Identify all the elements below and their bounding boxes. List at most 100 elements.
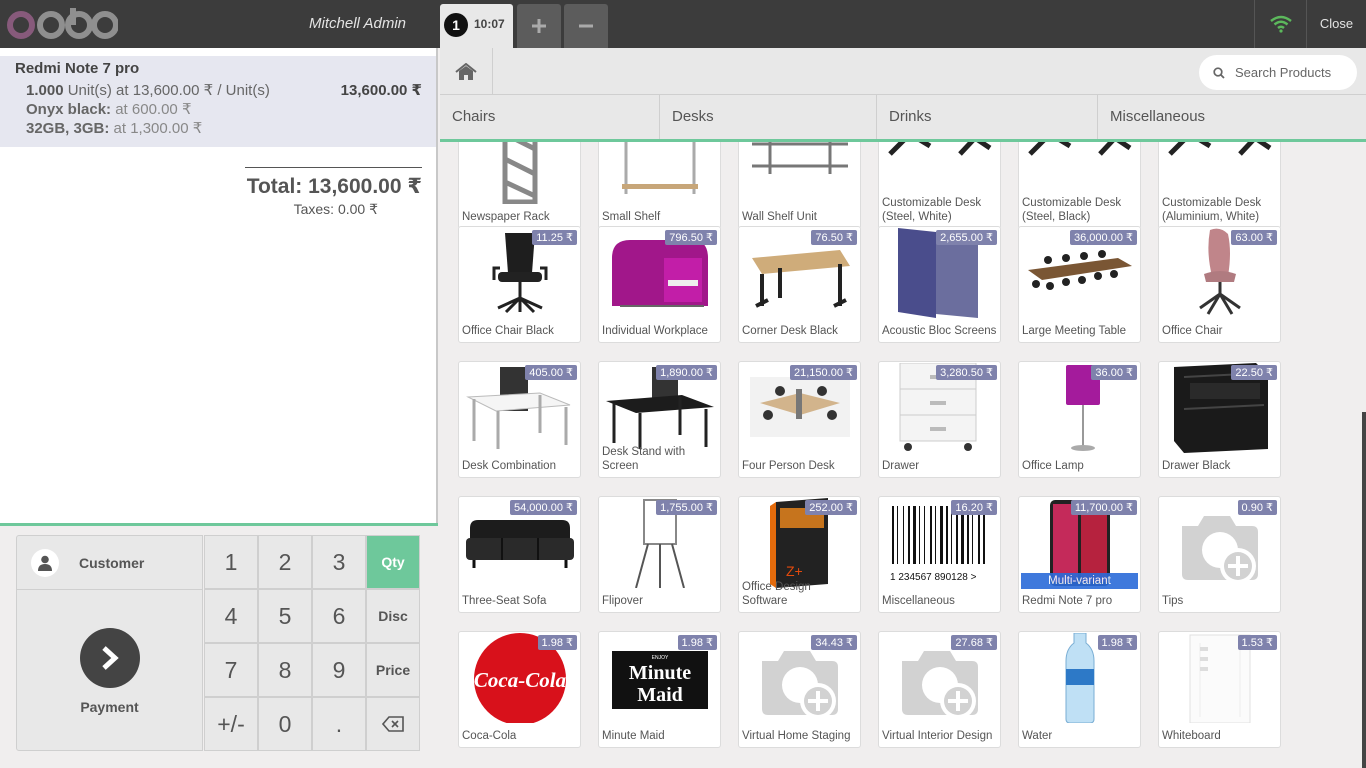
product-card[interactable]: 3,280.50 ₹ Drawer — [878, 361, 1001, 478]
products-panel: Chairs Desks Drinks Miscellaneous Newspa… — [440, 48, 1366, 768]
payment-button[interactable]: Payment — [16, 589, 203, 751]
cashier-name[interactable]: Mitchell Admin — [240, 0, 436, 48]
product-card[interactable]: 27.68 ₹ Virtual Interior Design — [878, 631, 1001, 748]
product-card[interactable]: 1,755.00 ₹ Flipover — [598, 496, 721, 613]
product-image — [459, 142, 580, 205]
product-card[interactable]: 36,000.00 ₹ Large Meeting Table — [1018, 226, 1141, 343]
product-card[interactable]: 1,890.00 ₹ Desk Stand with Screen — [598, 361, 721, 478]
attribute-name: 32GB, 3GB: — [26, 120, 110, 137]
order-tab[interactable]: 1 10:07 — [440, 4, 513, 48]
numpad-key-dot[interactable]: . — [312, 697, 366, 751]
product-card[interactable]: 796.50 ₹ Individual Workplace — [598, 226, 721, 343]
numpad-key-4[interactable]: 4 — [204, 589, 258, 643]
mode-disc-button[interactable]: Disc — [366, 589, 420, 643]
chevron-right-icon — [102, 646, 119, 670]
product-price-tag: 405.00 ₹ — [525, 365, 577, 380]
product-price-tag: 36,000.00 ₹ — [1070, 230, 1137, 245]
product-card[interactable]: 36.00 ₹ Office Lamp — [1018, 361, 1141, 478]
numpad-key-1[interactable]: 1 — [204, 535, 258, 589]
minute-maid-logo: Maid — [637, 684, 683, 706]
product-card[interactable]: Customizable Desk (Steel, White) — [878, 142, 1001, 229]
user-icon — [38, 555, 52, 571]
product-name: Individual Workplace — [602, 325, 708, 337]
product-name: Flipover — [602, 595, 643, 607]
attribute-value: at 1,300.00 ₹ — [109, 120, 203, 137]
numpad-key-2[interactable]: 2 — [258, 535, 312, 589]
product-card[interactable]: Customizable Desk (Steel, Black) — [1018, 142, 1141, 229]
product-name: Office Lamp — [1022, 460, 1084, 472]
numpad-key-8[interactable]: 8 — [258, 643, 312, 697]
order-line-selected[interactable]: Redmi Note 7 pro 1.000 Unit(s) at 13,600… — [0, 56, 436, 147]
barcode-digits: 1 234567 890128 > — [890, 572, 977, 583]
product-name: Minute Maid — [602, 730, 665, 742]
product-card[interactable]: 1 234567 890128 > 16.20 ₹ Miscellaneous — [878, 496, 1001, 613]
product-price-tag: 21,150.00 ₹ — [790, 365, 857, 380]
product-card[interactable]: Coca-Cola 1.98 ₹ Coca-Cola — [458, 631, 581, 748]
numpad-key-9[interactable]: 9 — [312, 643, 366, 697]
search-box[interactable] — [1199, 55, 1357, 90]
numpad-key-6[interactable]: 6 — [312, 589, 366, 643]
product-card[interactable]: ENJOY Minute Maid 1.98 ₹ Minute Maid — [598, 631, 721, 748]
minus-icon — [579, 24, 593, 28]
product-card[interactable]: Small Shelf — [598, 142, 721, 229]
product-name: Miscellaneous — [882, 595, 955, 607]
numpad-key-sign[interactable]: +/- — [204, 697, 258, 751]
product-card[interactable]: 63.00 ₹ Office Chair — [1158, 226, 1281, 343]
product-card[interactable]: 1.53 ₹ Whiteboard — [1158, 631, 1281, 748]
add-order-button[interactable] — [517, 4, 561, 48]
product-price-tag: 1.98 ₹ — [1097, 635, 1137, 650]
product-card[interactable]: 54,000.00 ₹ Three-Seat Sofa — [458, 496, 581, 613]
numpad-key-5[interactable]: 5 — [258, 589, 312, 643]
home-category-button[interactable] — [440, 48, 493, 95]
product-card[interactable]: Z+ 252.00 ₹ Office Design Software — [738, 496, 861, 613]
product-card[interactable]: 405.00 ₹ Desk Combination — [458, 361, 581, 478]
numpad-backspace[interactable] — [366, 697, 420, 751]
product-price-tag: 11,700.00 ₹ — [1070, 500, 1137, 515]
customer-button[interactable]: Customer — [16, 535, 203, 590]
close-button[interactable]: Close — [1306, 0, 1366, 48]
mode-qty-button[interactable]: Qty — [366, 535, 420, 589]
order-line-qty-detail: Unit(s) at 13,600.00 ₹ / Unit(s) — [63, 82, 270, 99]
mode-price-button[interactable]: Price — [366, 643, 420, 697]
category-desks[interactable]: Desks — [660, 95, 877, 139]
product-card[interactable]: 1.98 ₹ Water — [1018, 631, 1141, 748]
order-line-attribute: Onyx black: at 600.00 ₹ — [26, 100, 191, 118]
category-list: Chairs Desks Drinks Miscellaneous — [440, 95, 1366, 142]
numpad-key-7[interactable]: 7 — [204, 643, 258, 697]
product-name: Drawer Black — [1162, 460, 1231, 472]
product-card[interactable]: 11,700.00 ₹ Multi-variant Redmi Note 7 pro — [1018, 496, 1141, 613]
search-input[interactable] — [1235, 65, 1355, 80]
scrollbar[interactable] — [1362, 412, 1366, 768]
numpad-key-0[interactable]: 0 — [258, 697, 312, 751]
category-miscellaneous[interactable]: Miscellaneous — [1098, 95, 1366, 139]
svg-text:Z+: Z+ — [786, 563, 803, 579]
product-name: Corner Desk Black — [742, 325, 838, 337]
product-card[interactable]: 34.43 ₹ Virtual Home Staging — [738, 631, 861, 748]
order-total: Total: 13,600.00 ₹ — [246, 175, 422, 198]
remove-order-button[interactable] — [564, 4, 608, 48]
product-name: Small Shelf — [602, 211, 661, 223]
product-price-tag: 34.43 ₹ — [811, 635, 857, 650]
order-line-attribute: 32GB, 3GB: at 1,300.00 ₹ — [26, 119, 202, 137]
search-icon — [1213, 66, 1225, 79]
category-chairs[interactable]: Chairs — [440, 95, 660, 139]
connection-status[interactable] — [1254, 0, 1306, 48]
category-drinks[interactable]: Drinks — [877, 95, 1098, 139]
numpad-key-3[interactable]: 3 — [312, 535, 366, 589]
product-card[interactable]: 76.50 ₹ Corner Desk Black — [738, 226, 861, 343]
product-card[interactable]: 2,655.00 ₹ Acoustic Bloc Screens — [878, 226, 1001, 343]
product-price-tag: 2,655.00 ₹ — [936, 230, 997, 245]
product-card[interactable]: 11.25 ₹ Office Chair Black — [458, 226, 581, 343]
payment-circle — [80, 628, 140, 688]
product-price-tag: 1,890.00 ₹ — [656, 365, 717, 380]
product-card[interactable]: 0.90 ₹ Tips — [1158, 496, 1281, 613]
product-card[interactable]: 21,150.00 ₹ Four Person Desk — [738, 361, 861, 478]
product-card[interactable]: Customizable Desk (Aluminium, White) — [1158, 142, 1281, 229]
product-card[interactable]: 22.50 ₹ Drawer Black — [1158, 361, 1281, 478]
category-bar — [440, 48, 1366, 95]
plus-icon — [532, 19, 546, 33]
product-name: Virtual Interior Design — [882, 730, 993, 742]
product-card[interactable]: Wall Shelf Unit — [738, 142, 861, 229]
product-price-tag: 1.98 ₹ — [677, 635, 717, 650]
product-card[interactable]: Newspaper Rack — [458, 142, 581, 229]
